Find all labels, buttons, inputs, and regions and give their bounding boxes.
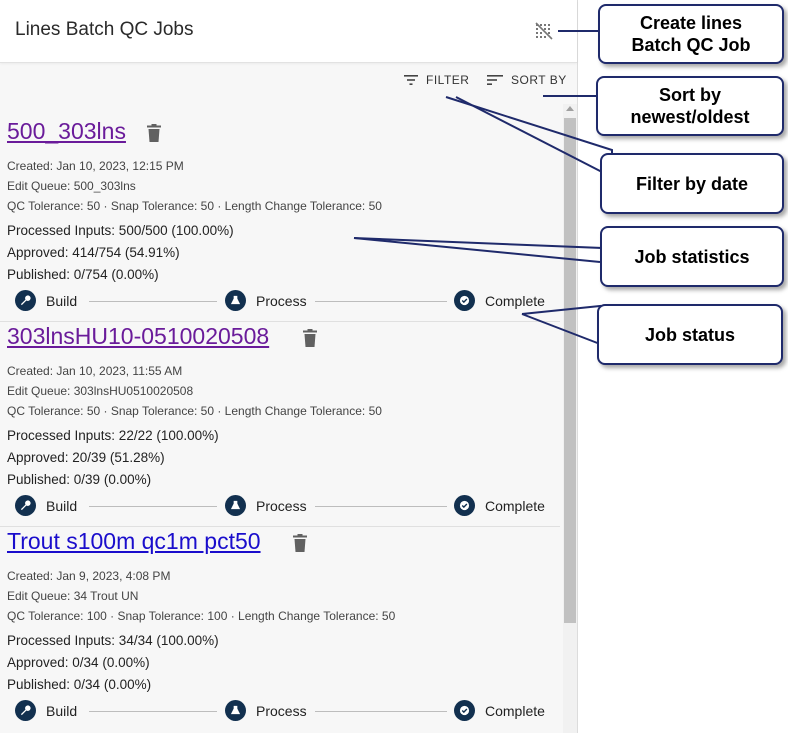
step-process: Process	[225, 700, 307, 721]
wrench-icon	[15, 290, 36, 311]
page-title: Lines Batch QC Jobs	[15, 19, 194, 40]
callout-filter-text: Filter by date	[635, 173, 749, 194]
step-complete: Complete	[454, 700, 545, 721]
delete-job-button[interactable]	[147, 124, 161, 142]
step-build: Build	[15, 700, 77, 721]
step-connector	[89, 301, 217, 302]
flask-icon	[225, 495, 246, 516]
step-connector	[89, 711, 217, 712]
job-toolbar: FILTER SORT BY	[0, 63, 577, 99]
trash-icon	[293, 534, 307, 552]
check-circle-icon	[454, 290, 475, 311]
step-process: Process	[225, 290, 307, 311]
step-connector	[315, 711, 447, 712]
job-published: Published: 0/34 (0.00%)	[7, 677, 152, 692]
callout-job-status: Job status	[597, 304, 783, 365]
callout-create-text: Create lines Batch QC Job	[631, 13, 751, 55]
job-approved: Approved: 0/34 (0.00%)	[7, 655, 150, 670]
wrench-icon	[15, 495, 36, 516]
job-created: Created: Jan 10, 2023, 12:15 PM	[7, 159, 184, 173]
job-edit-queue: Edit Queue: 34 Trout UN	[7, 589, 139, 603]
job-published: Published: 0/39 (0.00%)	[7, 472, 152, 487]
step-connector	[315, 506, 447, 507]
job-processed-inputs: Processed Inputs: 22/22 (100.00%)	[7, 428, 219, 443]
job-approved: Approved: 20/39 (51.28%)	[7, 450, 165, 465]
job-name-link[interactable]: Trout s100m qc1m pct50	[7, 528, 261, 555]
trash-icon	[303, 329, 317, 347]
step-build: Build	[15, 495, 77, 516]
job-tolerances: QC Tolerance: 50 · Snap Tolerance: 50 · …	[7, 199, 382, 213]
job-edit-queue: Edit Queue: 303lnsHU0510020508	[7, 384, 194, 398]
job-published: Published: 0/754 (0.00%)	[7, 267, 159, 282]
panel-header: Lines Batch QC Jobs	[0, 0, 577, 63]
step-process-label: Process	[256, 497, 307, 514]
grid-off-icon	[535, 22, 553, 40]
step-complete: Complete	[454, 495, 545, 516]
job-processed-inputs: Processed Inputs: 34/34 (100.00%)	[7, 633, 219, 648]
job-status-stepper: Build Process Complete	[15, 290, 547, 312]
job-status-stepper: Build Process Complete	[15, 495, 547, 517]
callout-job-statistics: Job statistics	[600, 226, 784, 287]
delete-job-button[interactable]	[303, 329, 317, 347]
step-complete-label: Complete	[485, 292, 545, 309]
create-job-button[interactable]	[534, 21, 554, 41]
callout-filter: Filter by date	[600, 153, 784, 214]
job-name-link[interactable]: 303lnsHU10-0510020508	[7, 323, 269, 350]
step-process-label: Process	[256, 702, 307, 719]
callout-status-text: Job status	[644, 324, 736, 345]
scrollbar-thumb[interactable]	[564, 118, 576, 623]
sort-by-label: SORT BY	[511, 73, 567, 87]
scroll-up-arrow-icon[interactable]	[566, 106, 574, 111]
step-complete-label: Complete	[485, 702, 545, 719]
step-build-label: Build	[46, 292, 78, 309]
step-process: Process	[225, 495, 307, 516]
job-tolerances: QC Tolerance: 50 · Snap Tolerance: 50 · …	[7, 404, 382, 418]
callout-sort-text: Sort by newest/oldest	[630, 85, 750, 127]
trash-icon	[147, 124, 161, 142]
job-edit-queue: Edit Queue: 500_303lns	[7, 179, 136, 193]
job-status-stepper: Build Process Complete	[15, 700, 547, 722]
batch-qc-jobs-panel: Lines Batch QC Jobs FILTER SORT BY 500_3…	[0, 0, 578, 733]
callout-sort: Sort by newest/oldest	[596, 76, 784, 136]
job-created: Created: Jan 9, 2023, 4:08 PM	[7, 569, 171, 583]
job-name-link[interactable]: 500_303lns	[7, 118, 126, 145]
job-card: 500_303lns Created: Jan 10, 2023, 12:15 …	[0, 116, 560, 322]
job-card: 303lnsHU10-0510020508 Created: Jan 10, 2…	[0, 321, 560, 527]
job-approved: Approved: 414/754 (54.91%)	[7, 245, 180, 260]
flask-icon	[225, 700, 246, 721]
job-created: Created: Jan 10, 2023, 11:55 AM	[7, 364, 183, 378]
check-circle-icon	[454, 700, 475, 721]
step-connector	[89, 506, 217, 507]
job-list-scrollbar[interactable]	[563, 104, 577, 733]
step-build-label: Build	[46, 497, 78, 514]
step-build-label: Build	[46, 702, 78, 719]
step-process-label: Process	[256, 292, 307, 309]
step-build: Build	[15, 290, 77, 311]
wrench-icon	[15, 700, 36, 721]
callout-create-job: Create lines Batch QC Job	[598, 4, 784, 64]
step-complete-label: Complete	[485, 497, 545, 514]
callout-stats-text: Job statistics	[634, 246, 750, 267]
job-card: Trout s100m qc1m pct50 Created: Jan 9, 2…	[0, 526, 560, 731]
step-connector	[315, 301, 447, 302]
delete-job-button[interactable]	[293, 534, 307, 552]
check-circle-icon	[454, 495, 475, 516]
step-complete: Complete	[454, 290, 545, 311]
filter-icon	[404, 75, 418, 85]
job-tolerances: QC Tolerance: 100 · Snap Tolerance: 100 …	[7, 609, 396, 623]
sort-by-button[interactable]: SORT BY	[487, 73, 567, 87]
sort-icon	[487, 75, 503, 85]
job-processed-inputs: Processed Inputs: 500/500 (100.00%)	[7, 223, 234, 238]
filter-label: FILTER	[426, 73, 470, 87]
filter-button[interactable]: FILTER	[404, 73, 469, 87]
flask-icon	[225, 290, 246, 311]
